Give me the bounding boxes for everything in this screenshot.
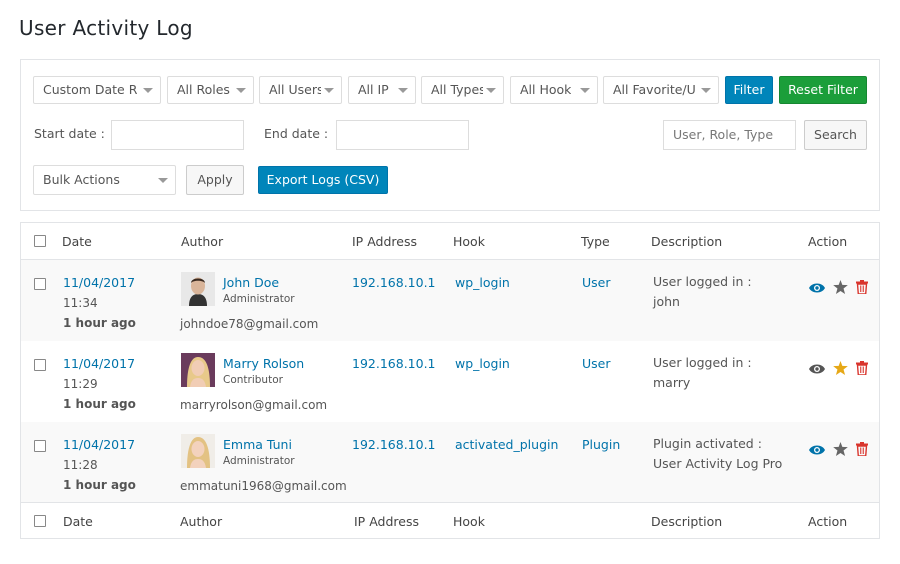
avatar bbox=[181, 272, 215, 306]
row-hook[interactable]: activated_plugin bbox=[455, 437, 558, 452]
row-date[interactable]: 11/04/2017 bbox=[63, 356, 135, 371]
trash-icon[interactable] bbox=[856, 441, 869, 460]
star-icon[interactable] bbox=[833, 279, 848, 298]
row-date[interactable]: 11/04/2017 bbox=[63, 275, 135, 290]
row-checkbox[interactable] bbox=[34, 440, 46, 452]
caret-down-icon bbox=[398, 88, 408, 93]
activity-table: Date Author IP Address Hook Type Descrip… bbox=[20, 222, 880, 539]
caret-down-icon bbox=[236, 88, 246, 93]
col-action: Action bbox=[808, 514, 848, 529]
export-csv-button[interactable]: Export Logs (CSV) bbox=[258, 166, 388, 194]
col-author[interactable]: Author bbox=[181, 234, 223, 249]
row-ip[interactable]: 192.168.10.1 bbox=[352, 356, 436, 371]
star-icon[interactable] bbox=[833, 360, 848, 379]
table-header: Date Author IP Address Hook Type Descrip… bbox=[21, 223, 879, 260]
end-date-input[interactable] bbox=[336, 120, 469, 150]
row-actions bbox=[809, 440, 869, 460]
caret-down-icon bbox=[158, 178, 168, 183]
row-hook[interactable]: wp_login bbox=[455, 275, 510, 290]
select-all-checkbox[interactable] bbox=[34, 515, 46, 527]
row-time: 11:29 bbox=[63, 377, 98, 391]
author-name[interactable]: John Doe bbox=[223, 275, 279, 290]
row-ip[interactable]: 192.168.10.1 bbox=[352, 437, 436, 452]
col-author[interactable]: Author bbox=[180, 514, 222, 529]
search-button[interactable]: Search bbox=[804, 120, 867, 150]
row-ago: 1 hour ago bbox=[63, 316, 136, 330]
caret-down-icon bbox=[143, 88, 153, 93]
trash-icon[interactable] bbox=[856, 360, 869, 379]
col-action: Action bbox=[808, 234, 848, 249]
row-checkbox[interactable] bbox=[34, 278, 46, 290]
row-time: 11:28 bbox=[63, 458, 98, 472]
bulk-actions-select[interactable]: Bulk Actions bbox=[33, 165, 176, 195]
row-checkbox[interactable] bbox=[34, 359, 46, 371]
row-ago: 1 hour ago bbox=[63, 478, 136, 492]
row-type[interactable]: Plugin bbox=[582, 437, 620, 452]
row-description: Plugin activated : User Activity Log Pro bbox=[653, 436, 783, 471]
col-hook[interactable]: Hook bbox=[453, 514, 485, 529]
author-email: marryrolson@gmail.com bbox=[180, 398, 328, 412]
row-description: User logged in : marry bbox=[653, 355, 752, 390]
author-email: johndoe78@gmail.com bbox=[180, 317, 319, 331]
col-type[interactable]: Type bbox=[581, 234, 610, 249]
caret-down-icon bbox=[701, 88, 711, 93]
table-row: 11/04/2017 11:34 1 hour ago John Doe Adm… bbox=[21, 260, 879, 341]
author-email: emmatuni1968@gmail.com bbox=[180, 479, 347, 493]
users-select[interactable]: All Users bbox=[259, 76, 342, 104]
row-time: 11:34 bbox=[63, 296, 98, 310]
author-name[interactable]: Emma Tuni bbox=[223, 437, 292, 452]
col-ip[interactable]: IP Address bbox=[354, 514, 419, 529]
end-date-label: End date : bbox=[264, 126, 329, 141]
types-select[interactable]: All Types bbox=[421, 76, 504, 104]
avatar bbox=[181, 434, 215, 468]
col-date[interactable]: Date bbox=[63, 514, 93, 529]
caret-down-icon bbox=[580, 88, 590, 93]
caret-down-icon bbox=[324, 88, 334, 93]
caret-down-icon bbox=[486, 88, 496, 93]
hook-select[interactable]: All Hook bbox=[510, 76, 598, 104]
table-footer: Date Author IP Address Hook Description … bbox=[21, 502, 879, 539]
row-actions bbox=[809, 359, 869, 379]
apply-button[interactable]: Apply bbox=[186, 165, 244, 195]
row-description: User logged in : john bbox=[653, 274, 752, 309]
eye-icon[interactable] bbox=[809, 441, 825, 460]
row-type[interactable]: User bbox=[582, 356, 611, 371]
trash-icon[interactable] bbox=[856, 279, 869, 298]
row-ip[interactable]: 192.168.10.1 bbox=[352, 275, 436, 290]
eye-icon[interactable] bbox=[809, 279, 825, 298]
start-date-label: Start date : bbox=[34, 126, 105, 141]
col-date[interactable]: Date bbox=[62, 234, 92, 249]
col-hook[interactable]: Hook bbox=[453, 234, 485, 249]
avatar bbox=[181, 353, 215, 387]
page-title: User Activity Log bbox=[19, 16, 193, 40]
select-all-checkbox[interactable] bbox=[34, 235, 46, 247]
table-row: 11/04/2017 11:28 1 hour ago Emma Tuni Ad… bbox=[21, 422, 879, 503]
ip-select[interactable]: All IP bbox=[348, 76, 416, 104]
eye-icon[interactable] bbox=[809, 360, 825, 379]
row-ago: 1 hour ago bbox=[63, 397, 136, 411]
col-description: Description bbox=[651, 514, 723, 529]
roles-select[interactable]: All Roles bbox=[167, 76, 254, 104]
col-ip[interactable]: IP Address bbox=[352, 234, 417, 249]
author-role: Administrator bbox=[223, 455, 295, 467]
author-role: Administrator bbox=[223, 293, 295, 305]
search-input[interactable]: User, Role, Type bbox=[663, 120, 796, 150]
author-role: Contributor bbox=[223, 374, 283, 386]
start-date-input[interactable] bbox=[111, 120, 244, 150]
author-name[interactable]: Marry Rolson bbox=[223, 356, 304, 371]
row-type[interactable]: User bbox=[582, 275, 611, 290]
table-row: 11/04/2017 11:29 1 hour ago Marry Rolson… bbox=[21, 341, 879, 422]
filter-panel: Custom Date R All Roles All Users All IP… bbox=[20, 59, 880, 211]
favorite-select[interactable]: All Favorite/U bbox=[603, 76, 719, 104]
reset-filter-button[interactable]: Reset Filter bbox=[779, 76, 867, 104]
row-actions bbox=[809, 278, 869, 298]
row-date[interactable]: 11/04/2017 bbox=[63, 437, 135, 452]
star-icon[interactable] bbox=[833, 441, 848, 460]
col-description: Description bbox=[651, 234, 723, 249]
filter-button[interactable]: Filter bbox=[725, 76, 773, 104]
date-range-select[interactable]: Custom Date R bbox=[33, 76, 161, 104]
row-hook[interactable]: wp_login bbox=[455, 356, 510, 371]
